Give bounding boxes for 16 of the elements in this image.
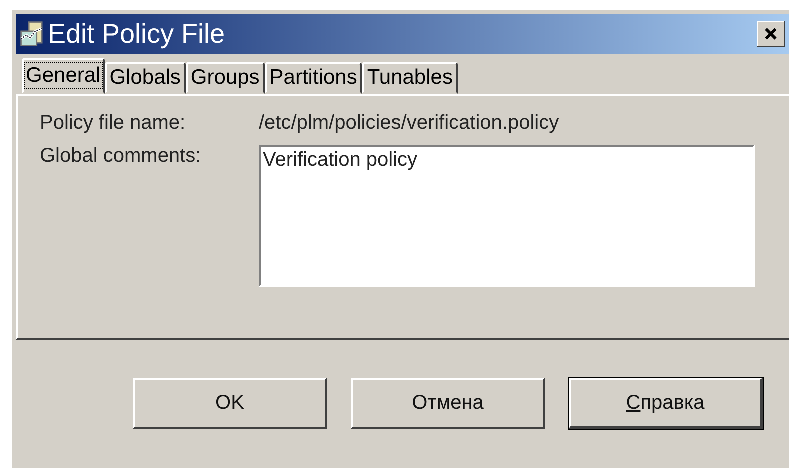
tab[interactable]: Partitions xyxy=(264,62,362,94)
comments-field[interactable]: Verification policy xyxy=(259,145,755,287)
file-path: /etc/plm/policies/verification.policy xyxy=(259,112,560,135)
close-button[interactable] xyxy=(757,21,785,47)
field-label: Global comments: xyxy=(40,145,202,169)
tab[interactable]: Globals xyxy=(104,62,186,94)
close-icon xyxy=(765,28,777,40)
field-label: Policy file name: xyxy=(40,112,187,135)
window-title: Edit Policy File xyxy=(48,18,226,50)
dialog-button[interactable]: Справка xyxy=(569,378,763,429)
tab[interactable]: General xyxy=(22,58,105,94)
dialog-button[interactable]: OK xyxy=(133,378,327,429)
tab[interactable]: Groups xyxy=(186,62,265,94)
tab[interactable]: Tunables xyxy=(362,62,458,94)
chart-icon xyxy=(20,21,46,47)
dialog-button[interactable]: Отмена xyxy=(351,378,545,429)
